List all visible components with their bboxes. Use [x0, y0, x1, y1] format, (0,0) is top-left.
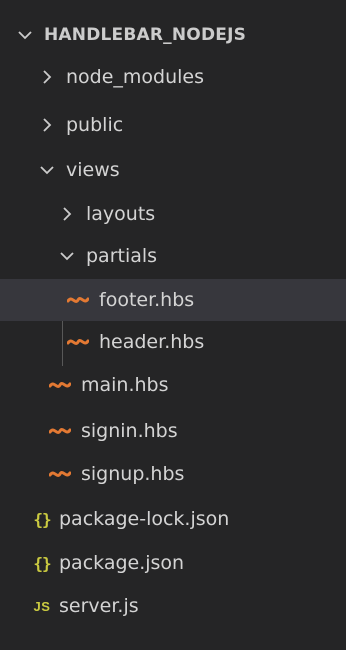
- file-label: package-lock.json: [59, 508, 230, 530]
- folder-label: layouts: [86, 203, 156, 225]
- file-signup-hbs[interactable]: signup.hbs: [0, 453, 346, 495]
- root-folder-label: HANDLEBAR_NODEJS: [44, 25, 247, 45]
- file-signin-hbs[interactable]: signin.hbs: [0, 410, 346, 452]
- json-icon: {}: [33, 509, 51, 529]
- chevron-down-icon: [38, 149, 56, 191]
- file-label: footer.hbs: [99, 289, 195, 311]
- file-main-hbs[interactable]: main.hbs: [0, 364, 346, 406]
- handlebars-icon: [48, 410, 72, 452]
- file-server-js[interactable]: JS server.js: [0, 585, 346, 627]
- chevron-right-icon: [38, 56, 56, 98]
- file-label: signin.hbs: [81, 420, 178, 442]
- chevron-right-icon: [38, 104, 56, 146]
- chevron-down-icon: [58, 235, 76, 277]
- folder-label: partials: [86, 245, 158, 267]
- chevron-right-icon: [58, 193, 76, 235]
- folder-partials[interactable]: partials: [0, 235, 346, 277]
- handlebars-icon: [48, 364, 72, 406]
- handlebars-icon: [66, 279, 90, 321]
- folder-views[interactable]: views: [0, 149, 346, 191]
- root-folder[interactable]: HANDLEBAR_NODEJS: [0, 14, 346, 56]
- chevron-down-icon: [16, 14, 34, 56]
- file-label: header.hbs: [99, 331, 205, 353]
- file-package-lock-json[interactable]: {} package-lock.json: [0, 498, 346, 540]
- folder-label: node_modules: [66, 66, 205, 88]
- file-label: main.hbs: [81, 374, 169, 396]
- handlebars-icon: [48, 453, 72, 495]
- file-explorer: HANDLEBAR_NODEJS node_modules public vie…: [0, 0, 346, 650]
- file-label: signup.hbs: [81, 463, 185, 485]
- folder-layouts[interactable]: layouts: [0, 193, 346, 235]
- javascript-icon: JS: [33, 598, 51, 614]
- file-label: server.js: [59, 595, 139, 617]
- file-package-json[interactable]: {} package.json: [0, 542, 346, 584]
- folder-public[interactable]: public: [0, 104, 346, 146]
- file-footer-hbs[interactable]: footer.hbs: [0, 279, 346, 321]
- folder-label: public: [66, 114, 124, 136]
- file-label: package.json: [59, 552, 185, 574]
- folder-label: views: [66, 159, 120, 181]
- json-icon: {}: [33, 553, 51, 573]
- file-header-hbs[interactable]: header.hbs: [0, 321, 346, 363]
- folder-node-modules[interactable]: node_modules: [0, 56, 346, 98]
- handlebars-icon: [66, 321, 90, 363]
